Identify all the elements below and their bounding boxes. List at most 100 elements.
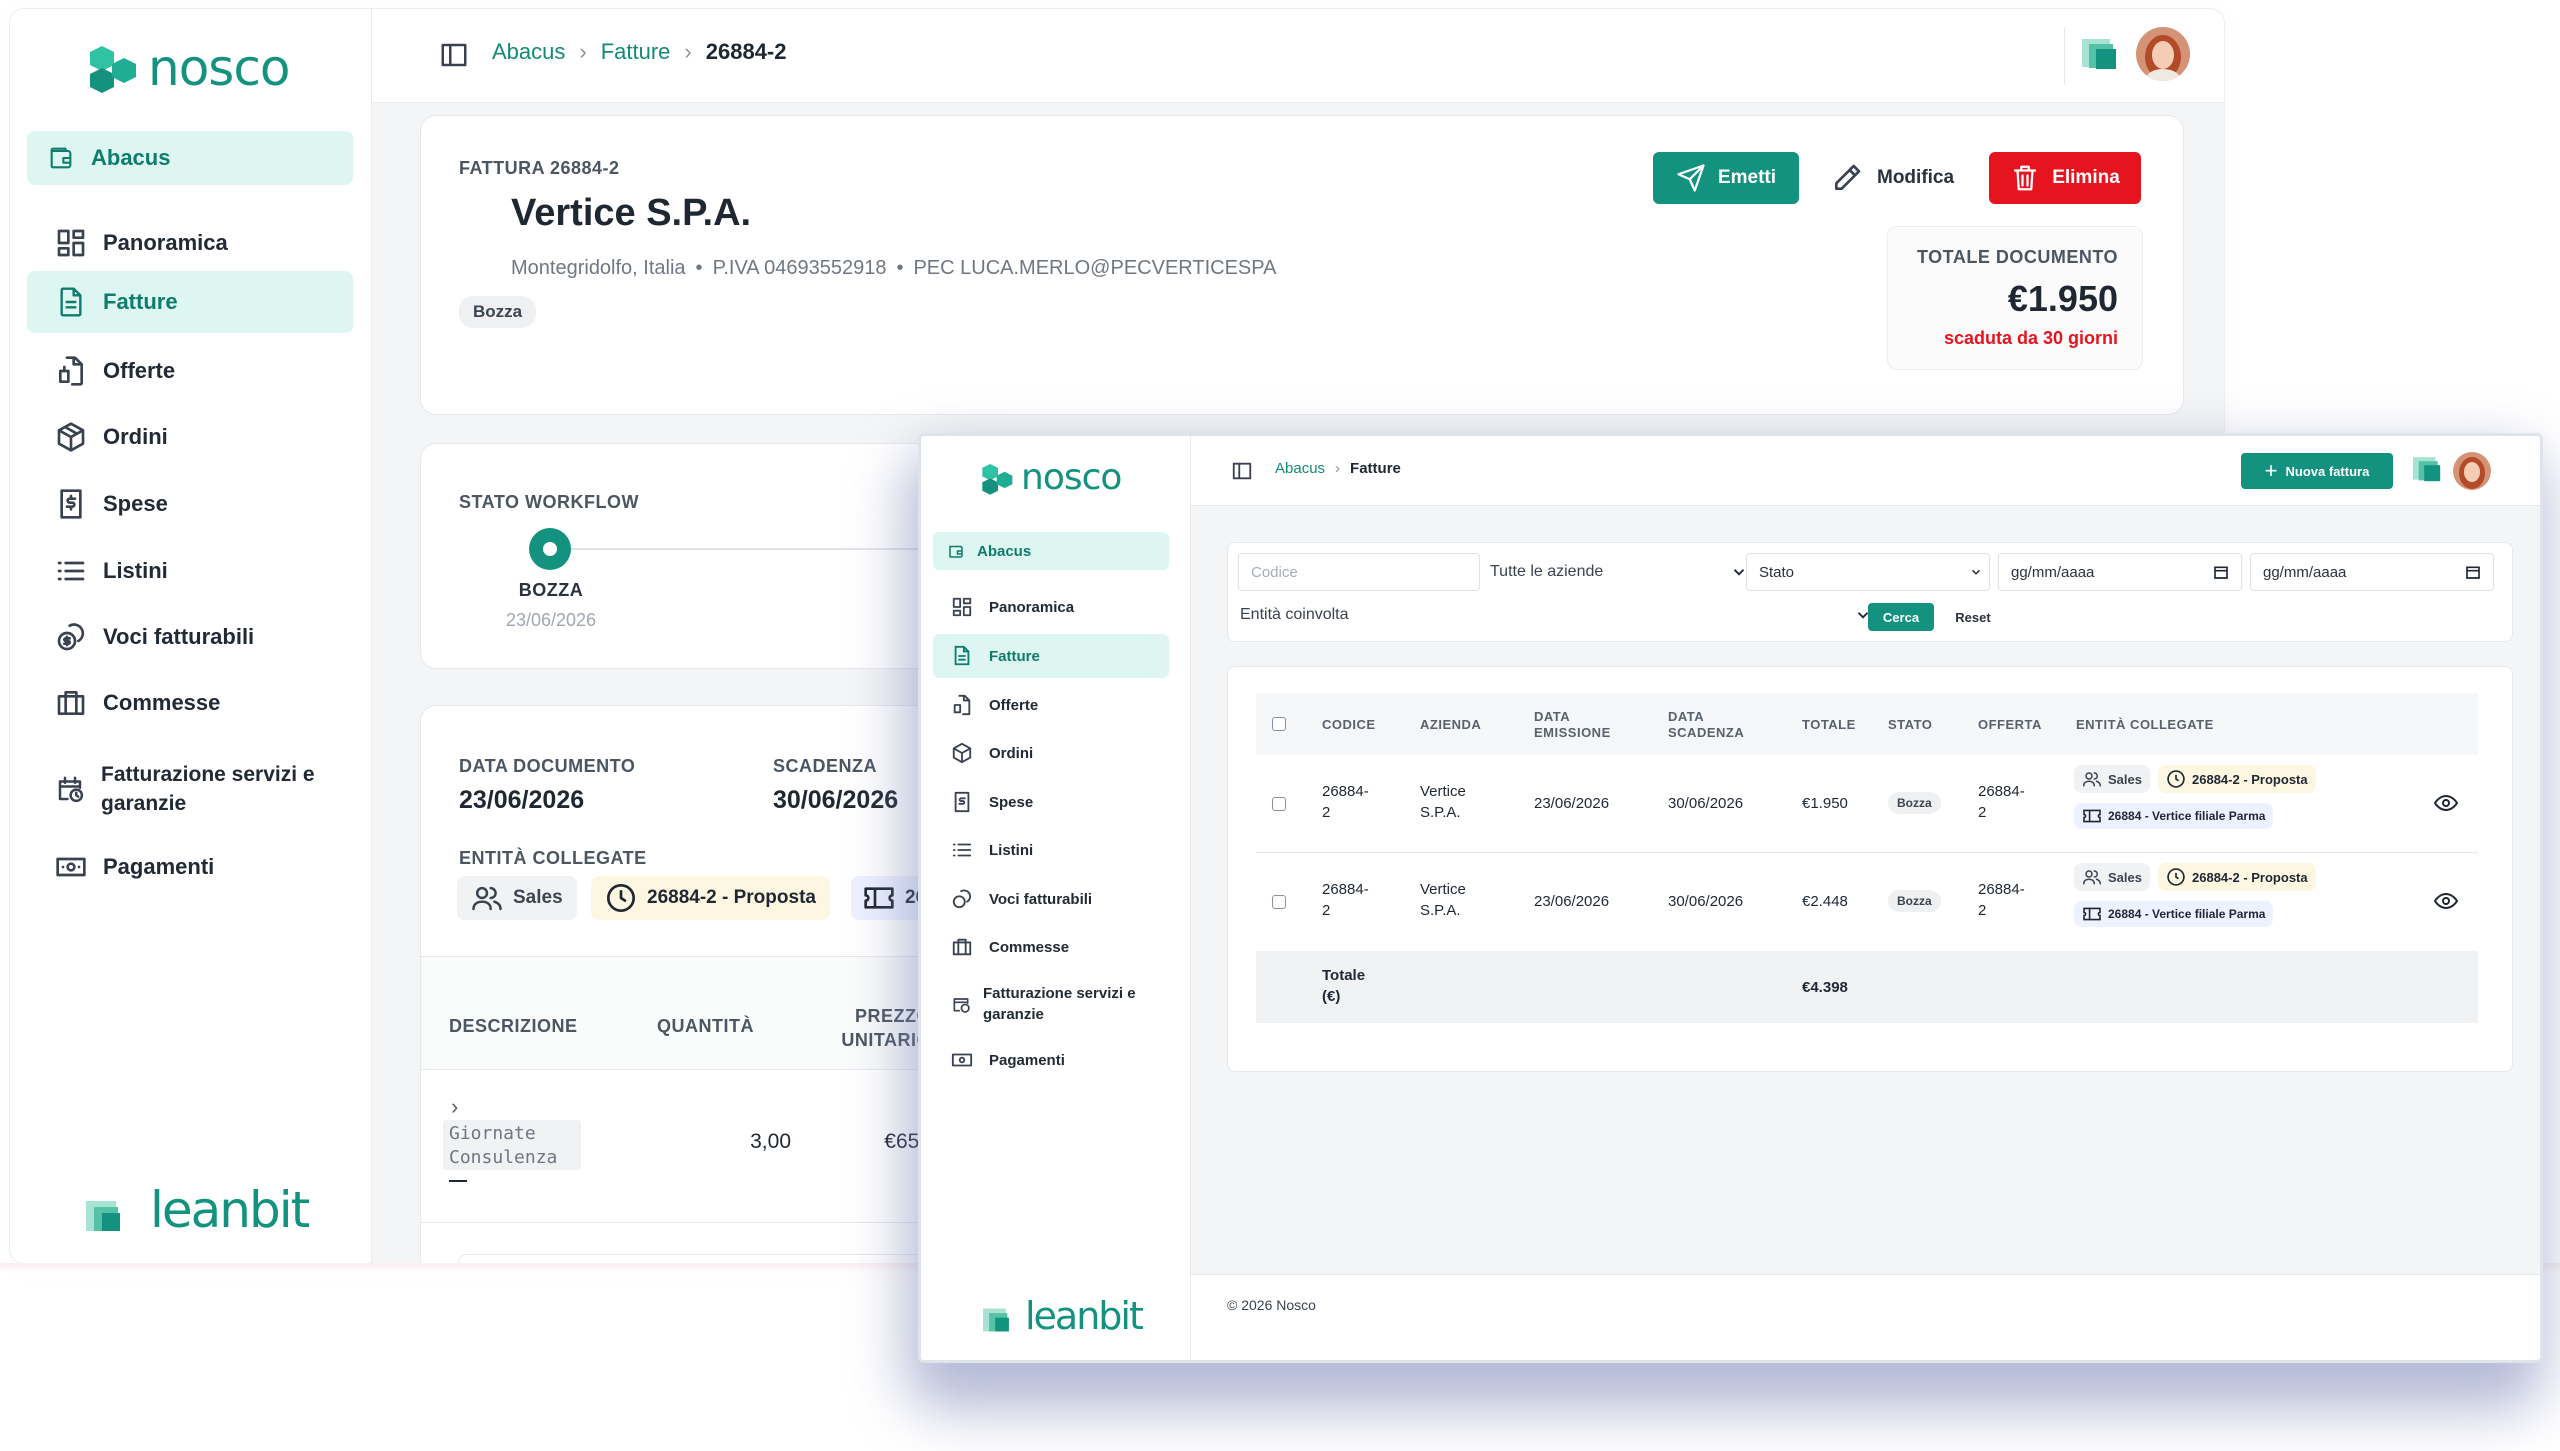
sidebar: nosco Abacus Panoramica Fatture Offerte … (921, 436, 1191, 1360)
ticket-icon (864, 887, 894, 909)
topbar: Abacus › Fatture + Nuova fattura (1191, 436, 2540, 506)
sidebar-section-abacus[interactable]: Abacus (27, 131, 353, 185)
chip-offer[interactable]: 26884-2 - Proposta (2158, 765, 2316, 793)
chip-sales[interactable]: Sales (2074, 765, 2150, 793)
date-to-input[interactable]: gg/mm/aaaa (2250, 553, 2494, 591)
cell-company-a: Vertice (1420, 881, 1466, 898)
totals-row: Totale (€) €4.398 (1256, 951, 2478, 1023)
pencil-icon (1835, 164, 1861, 190)
sidebar-item-label: Fatturazione servizi e garanzie (983, 985, 1136, 1023)
linked-entities-label: ENTITÀ COLLEGATE (459, 848, 647, 868)
search-button[interactable]: Cerca (1868, 603, 1934, 631)
sidebar-item-listini[interactable]: Listini (27, 541, 353, 601)
chip-branch[interactable]: 26884 - Vertice filiale Parma (2074, 803, 2274, 829)
row-checkbox[interactable] (1272, 895, 1286, 909)
totals-label-b: (€) (1322, 988, 1341, 1005)
cell-company: Vertice S.P.A. (1420, 781, 1466, 823)
sidebar-item-pagamenti[interactable]: Pagamenti (27, 837, 353, 897)
breadcrumb-abacus[interactable]: Abacus (1275, 460, 1325, 477)
dash (449, 1180, 467, 1182)
avatar[interactable] (2453, 452, 2491, 490)
sidebar-item-fatturazione-servizi[interactable]: Fatturazione servizi e garanzie (27, 751, 357, 827)
new-invoice-button[interactable]: + Nuova fattura (2241, 453, 2393, 489)
sidebar-item-panoramica[interactable]: Panoramica (27, 213, 353, 273)
chip-offer[interactable]: 26884-2 - Proposta (591, 876, 830, 920)
table-row[interactable]: 26884- 2 Vertice S.P.A. 23/06/2026 30/06/2… (1256, 853, 2478, 951)
sidebar-item-voci-fatturabili[interactable]: Voci fatturabili (27, 607, 353, 667)
select-all-checkbox[interactable] (1272, 717, 1286, 731)
sidebar-item-voci-fatturabili[interactable]: Voci fatturabili (933, 880, 1169, 918)
row-checkbox[interactable] (1272, 797, 1286, 811)
sidebar-item-ordini[interactable]: Ordini (933, 734, 1169, 772)
edit-label: Modifica (1877, 167, 1955, 188)
col-company: AZIENDA (1420, 717, 1482, 732)
sidebar-item-pagamenti[interactable]: Pagamenti (933, 1041, 1169, 1079)
list-icon (57, 561, 85, 581)
app-switcher-icon[interactable] (2413, 454, 2445, 486)
dollar-document-icon (60, 489, 82, 519)
sidebar-item-label: Fatture (103, 289, 178, 314)
reset-button[interactable]: Reset (1942, 603, 2004, 631)
breadcrumb-abacus[interactable]: Abacus (492, 39, 565, 65)
sidebar-item-fatture[interactable]: Fatture (933, 634, 1169, 678)
sidebar-toggle-icon[interactable] (438, 40, 470, 70)
sidebar-item-spese[interactable]: Spese (933, 783, 1169, 821)
sidebar-item-commesse[interactable]: Commesse (933, 928, 1169, 966)
chip-offer[interactable]: 26884-2 - Proposta (2158, 863, 2316, 891)
sidebar-item-fatture[interactable]: Fatture (27, 271, 353, 333)
sidebar-item-fatturazione-servizi[interactable]: Fatturazione servizi e garanzie (933, 976, 1173, 1032)
chevron-right-icon: › (1335, 460, 1341, 477)
cell-offer-a: 26884- (1978, 783, 2025, 800)
line-description: Giornate Consulenza (449, 1122, 557, 1170)
sidebar-item-listini[interactable]: Listini (933, 831, 1169, 869)
sidebar-item-offerte[interactable]: Offerte (27, 341, 353, 401)
code-input[interactable]: Codice (1238, 553, 1480, 591)
filter-card: Codice Tutte le aziende Stato gg/mm/aaaa… (1227, 542, 2513, 642)
sidebar: nosco Abacus Panoramica Fatture Offerte … (10, 9, 372, 1263)
totals-label: Totale (€) (1322, 965, 1365, 1007)
sidebar-item-panoramica[interactable]: Panoramica (933, 588, 1169, 626)
expand-chevron-icon[interactable]: › (451, 1094, 458, 1120)
logo-text: nosco (148, 39, 290, 97)
edit-button[interactable]: Modifica (1831, 152, 1954, 204)
sidebar-item-offerte[interactable]: Offerte (933, 686, 1169, 724)
sidebar-item-spese[interactable]: Spese (27, 474, 353, 534)
chip-branch[interactable]: 26884 - Vertice filiale Parma (2074, 901, 2274, 927)
wallet-icon (50, 147, 72, 169)
emit-button[interactable]: Emetti (1653, 152, 1799, 204)
eye-icon[interactable] (2434, 891, 2458, 911)
due-date-label: SCADENZA (773, 756, 878, 776)
status-select[interactable]: Stato (1746, 553, 1990, 591)
entity-select[interactable]: Entità coinvolta (1240, 599, 1872, 631)
eye-icon[interactable] (2434, 793, 2458, 813)
avatar[interactable] (2136, 27, 2190, 81)
col-total: TOTALE (1802, 717, 1856, 732)
app-switcher-icon[interactable] (2082, 35, 2122, 75)
sidebar-item-commesse[interactable]: Commesse (27, 673, 353, 733)
sidebar-item-label: Commesse (989, 938, 1070, 956)
chip-sales[interactable]: Sales (457, 876, 577, 920)
workflow-step-date: 23/06/2026 (505, 610, 597, 630)
sidebar-toggle-icon[interactable] (1231, 460, 1253, 482)
sidebar-item-ordini[interactable]: Ordini (27, 407, 353, 467)
total-box: TOTALE DOCUMENTO €1.950 scaduta da 30 gi… (1887, 226, 2143, 370)
sidebar-section-abacus[interactable]: Abacus (933, 532, 1169, 570)
leanbit-logo-text: leanbit (150, 1181, 310, 1239)
leanbit-logo-icon (983, 1308, 1009, 1332)
cell-company-a: Vertice (1420, 783, 1466, 800)
delete-label: Elimina (2052, 167, 2120, 188)
sidebar-section-label: Abacus (91, 145, 171, 170)
trash-icon (2014, 165, 2037, 191)
cell-total: €1.950 (1802, 795, 1848, 812)
chevron-down-icon (1971, 569, 1981, 575)
sidebar-item-label: Voci fatturabili (103, 624, 255, 649)
chip-sales[interactable]: Sales (2074, 863, 2150, 891)
breadcrumb-fatture[interactable]: Fatture (601, 39, 671, 65)
company-select[interactable]: Tutte le aziende (1490, 553, 1748, 591)
cell-offer-b: 2 (1978, 902, 1987, 919)
list-icon (952, 843, 972, 857)
status-badge: Bozza (1888, 890, 1941, 912)
date-from-input[interactable]: gg/mm/aaaa (1998, 553, 2242, 591)
delete-button[interactable]: Elimina (1989, 152, 2141, 204)
table-row[interactable]: 26884- 2 Vertice S.P.A. 23/06/2026 30/06/2… (1256, 755, 2478, 853)
